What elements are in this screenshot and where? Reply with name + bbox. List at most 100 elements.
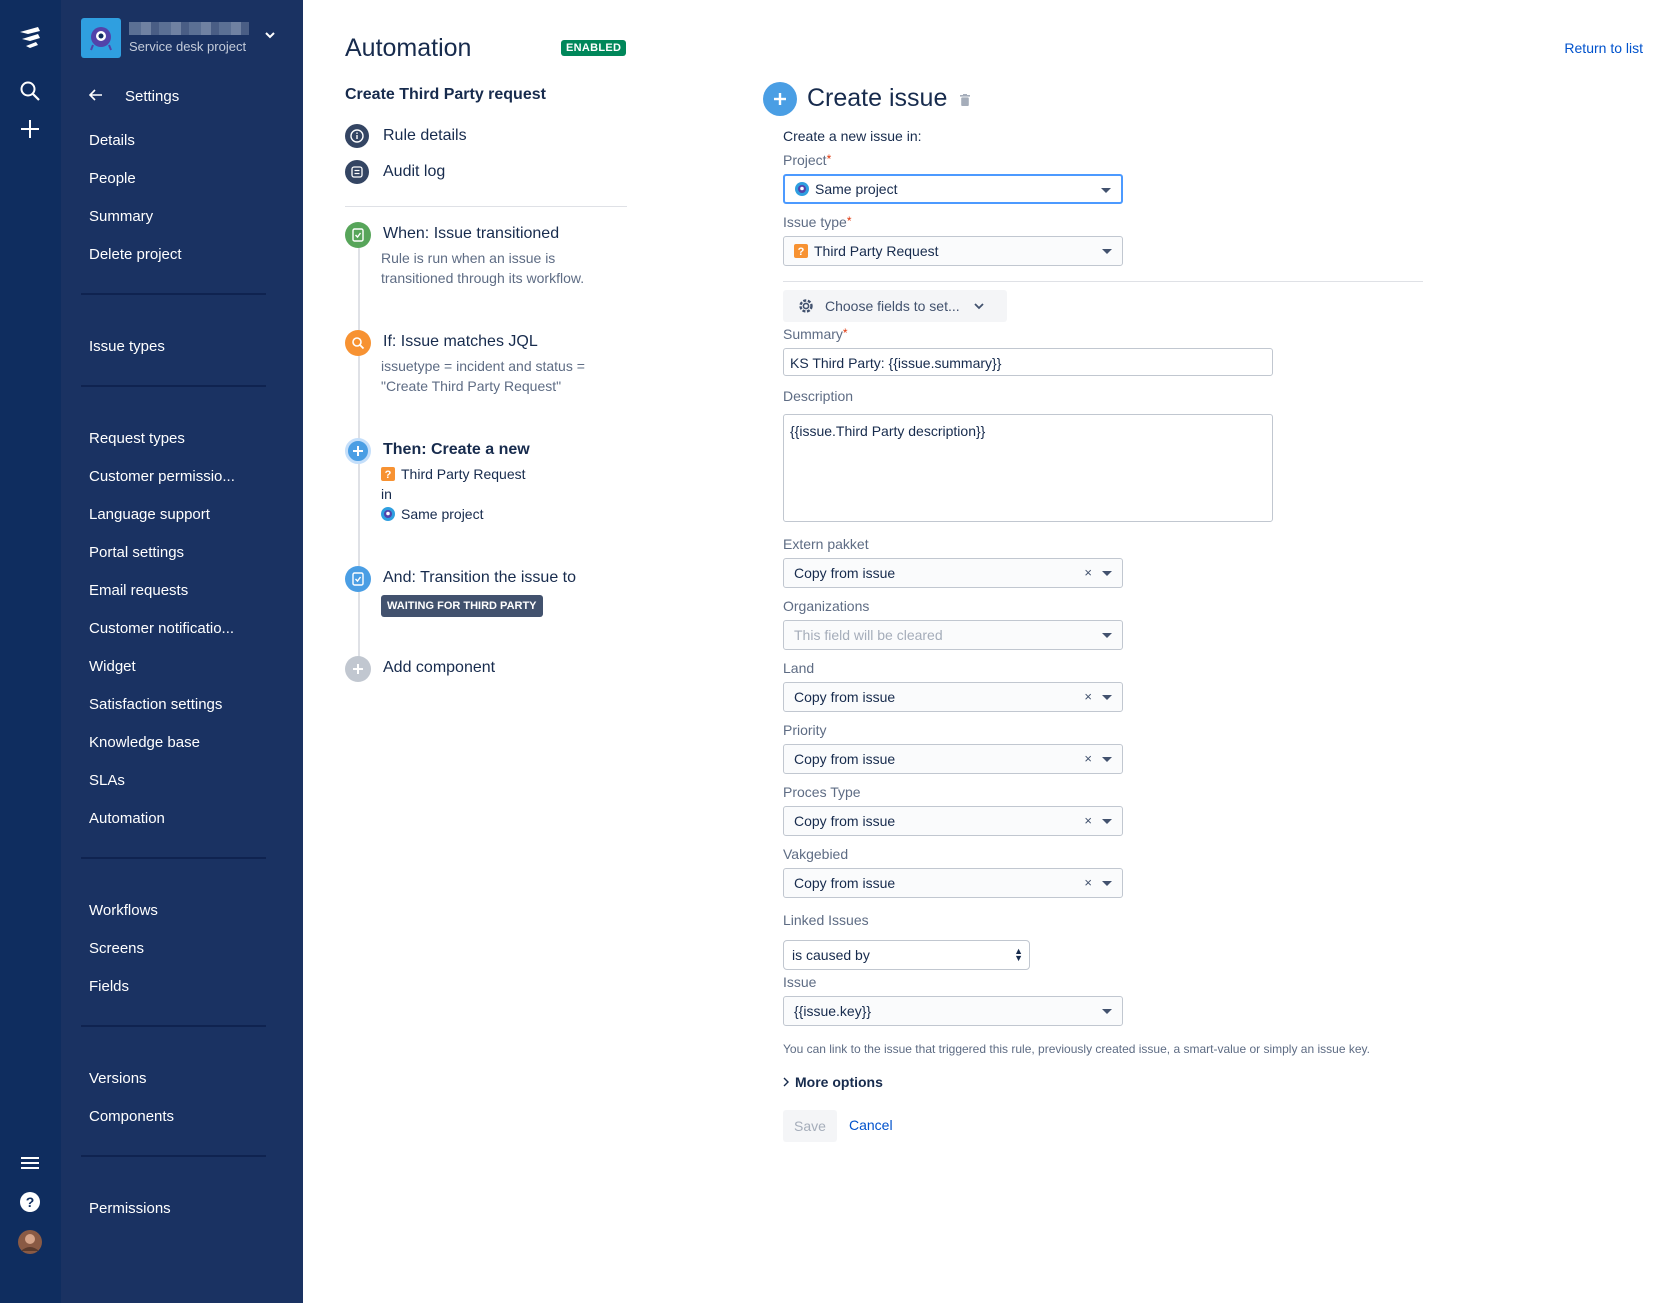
chevron-down-icon — [1102, 1009, 1112, 1014]
clear-icon[interactable]: × — [1084, 565, 1092, 580]
sidebar-item-knowledge-base[interactable]: Knowledge base — [89, 734, 200, 751]
create-issue-plus-icon — [763, 82, 797, 116]
trigger-icon — [345, 222, 371, 248]
clear-icon[interactable]: × — [1084, 689, 1092, 704]
list-icon — [345, 160, 369, 184]
sidebar-item-versions[interactable]: Versions — [89, 1070, 147, 1087]
cancel-button[interactable]: Cancel — [849, 1117, 893, 1133]
sidebar-item-screens[interactable]: Screens — [89, 940, 144, 957]
clear-icon[interactable]: × — [1084, 875, 1092, 890]
sidebar-item-customer-permissions[interactable]: Customer permissio... — [89, 468, 235, 485]
sidebar-item-satisfaction-settings[interactable]: Satisfaction settings — [89, 696, 222, 713]
svg-text:?: ? — [798, 246, 805, 258]
rule-name: Create Third Party request — [345, 86, 546, 103]
vakgebied-select[interactable]: Copy from issue × — [783, 868, 1123, 898]
step-then-title: Then: Create a new — [383, 441, 530, 458]
priority-select[interactable]: Copy from issue × — [783, 744, 1123, 774]
organizations-select[interactable]: This field will be cleared — [783, 620, 1123, 650]
sidebar-item-customer-notifications[interactable]: Customer notificatio... — [89, 620, 234, 637]
step-if-title: If: Issue matches JQL — [383, 333, 538, 350]
land-label: Land — [783, 660, 815, 676]
sidebar-item-delete-project[interactable]: Delete project — [89, 246, 182, 263]
issue-type-select[interactable]: ? Third Party Request — [783, 236, 1123, 266]
sidebar-item-issue-types[interactable]: Issue types — [89, 338, 165, 355]
info-icon — [345, 124, 369, 148]
audit-log-link[interactable]: Audit log — [345, 160, 445, 184]
add-icon — [345, 656, 371, 682]
sidebar-item-details[interactable]: Details — [89, 132, 135, 149]
description-textarea[interactable]: {{issue.Third Party description}} — [783, 414, 1273, 522]
sidebar-item-permissions[interactable]: Permissions — [89, 1200, 171, 1217]
rule-details-link[interactable]: Rule details — [345, 124, 467, 148]
sidebar-item-slas[interactable]: SLAs — [89, 772, 125, 789]
app-root: ? Service desk project Settings Details … — [0, 0, 1671, 1303]
sidebar-item-automation[interactable]: Automation — [89, 810, 165, 827]
chevron-down-icon — [1102, 881, 1112, 886]
create-icon[interactable] — [15, 114, 45, 144]
linked-issues-label: Linked Issues — [783, 912, 869, 928]
sidebar-item-language-support[interactable]: Language support — [89, 506, 210, 523]
step-and-status-wrap: WAITING FOR THIRD PARTY — [381, 594, 621, 617]
step-and-title: And: Transition the issue to — [383, 569, 576, 586]
main-content: Automation ENABLED Return to list Create… — [303, 0, 1671, 1303]
sidebar-item-request-types[interactable]: Request types — [89, 430, 185, 447]
chevron-down-icon — [1102, 571, 1112, 576]
settings-label: Settings — [125, 88, 180, 105]
step-and[interactable]: And: Transition the issue to WAITING FOR… — [345, 566, 645, 617]
sidebar-divider — [81, 857, 266, 859]
project-type: Service desk project — [129, 39, 247, 54]
sidebar-item-portal-settings[interactable]: Portal settings — [89, 544, 184, 561]
clear-icon[interactable]: × — [1084, 813, 1092, 828]
menu-icon[interactable] — [15, 1148, 45, 1178]
transition-icon — [345, 566, 371, 592]
sidebar-item-components[interactable]: Components — [89, 1108, 174, 1125]
issue-label: Issue — [783, 974, 817, 990]
project-switcher[interactable]: Service desk project — [81, 18, 291, 62]
step-if[interactable]: If: Issue matches JQL issuetype = incide… — [345, 330, 645, 400]
rule-details-label: Rule details — [383, 127, 467, 144]
step-then[interactable]: Then: Create a new ? Third Party Request… — [345, 438, 645, 528]
issue-type-question-icon: ? — [794, 244, 808, 258]
add-component-button[interactable]: Add component — [345, 656, 645, 686]
sidebar-item-workflows[interactable]: Workflows — [89, 902, 158, 919]
sidebar-item-people[interactable]: People — [89, 170, 136, 187]
return-to-list-link[interactable]: Return to list — [1564, 40, 1643, 56]
project-label: Project* — [783, 152, 832, 168]
organizations-label: Organizations — [783, 598, 870, 614]
sidebar-item-fields[interactable]: Fields — [89, 978, 129, 995]
sidebar-item-widget[interactable]: Widget — [89, 658, 136, 675]
project-select[interactable]: Same project — [783, 174, 1123, 204]
more-options-label: More options — [795, 1074, 883, 1090]
avatar[interactable] — [15, 1227, 45, 1257]
search-icon[interactable] — [15, 76, 45, 106]
chevron-down-icon — [1102, 249, 1112, 254]
form-title: Create issue — [807, 84, 948, 112]
choose-fields-button[interactable]: Choose fields to set... — [783, 290, 1007, 322]
summary-input[interactable]: KS Third Party: {{issue.summary}} — [783, 348, 1273, 376]
choose-fields-label: Choose fields to set... — [825, 298, 960, 314]
step-when[interactable]: When: Issue transitioned Rule is run whe… — [345, 222, 645, 292]
sidebar-item-email-requests[interactable]: Email requests — [89, 582, 188, 599]
sidebar-item-summary[interactable]: Summary — [89, 208, 153, 225]
extern-pakket-select[interactable]: Copy from issue × — [783, 558, 1123, 588]
clear-icon[interactable]: × — [1084, 751, 1092, 766]
issue-select[interactable]: {{issue.key}} — [783, 996, 1123, 1026]
proces-type-select[interactable]: Copy from issue × — [783, 806, 1123, 836]
action-plus-icon — [345, 438, 371, 464]
chevron-down-icon — [1102, 633, 1112, 638]
issue-type-select-value: Third Party Request — [814, 243, 939, 259]
settings-back-link[interactable]: Settings — [88, 88, 180, 105]
land-select[interactable]: Copy from issue × — [783, 682, 1123, 712]
proces-type-select-value: Copy from issue — [794, 813, 896, 829]
more-options-toggle[interactable]: More options — [783, 1074, 883, 1090]
arrow-left-icon — [88, 88, 105, 105]
chevron-down-icon — [1102, 695, 1112, 700]
jira-logo-icon[interactable] — [15, 22, 45, 52]
trash-icon[interactable] — [960, 94, 970, 106]
linked-issues-select[interactable]: is caused by ▲ ▼ — [783, 940, 1030, 970]
save-button[interactable]: Save — [783, 1110, 837, 1142]
sidebar-divider — [81, 385, 266, 387]
help-icon[interactable]: ? — [15, 1187, 45, 1217]
chevron-down-icon — [1102, 819, 1112, 824]
divider — [783, 281, 1423, 282]
